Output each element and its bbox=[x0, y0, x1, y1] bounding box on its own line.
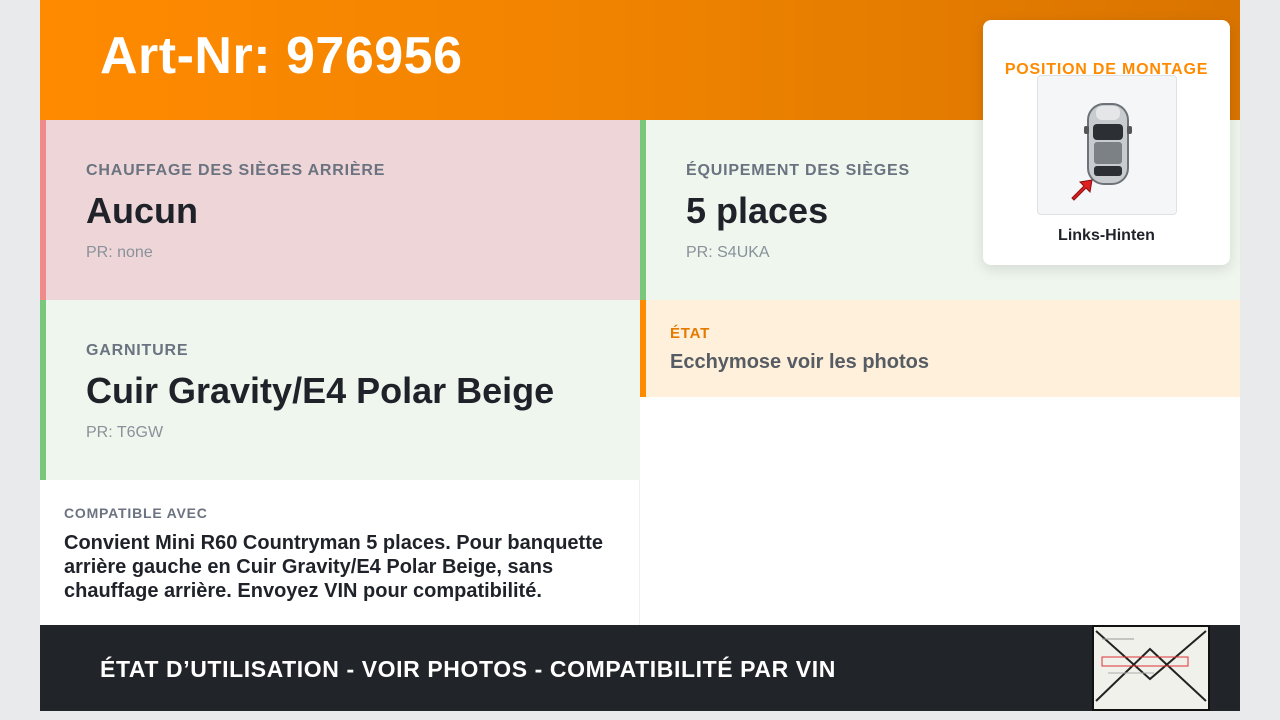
condition-value: Ecchymose voir les photos bbox=[670, 351, 929, 373]
rear-seat-heating-value: Aucun bbox=[86, 190, 198, 231]
upholstery-cell: GARNITURE Cuir Gravity/E4 Polar Beige PR… bbox=[40, 300, 640, 480]
rear-seat-heating-pr-code: PR: none bbox=[86, 244, 153, 261]
envelope-document-icon bbox=[1094, 627, 1208, 709]
footer-text: ÉTAT D’UTILISATION - VOIR PHOTOS - COMPA… bbox=[100, 656, 836, 682]
upholstery-label: GARNITURE bbox=[86, 342, 189, 359]
car-top-view-icon bbox=[1037, 75, 1177, 215]
rear-seat-heating-cell: CHAUFFAGE DES SIÈGES ARRIÈRE Aucun PR: n… bbox=[40, 120, 640, 300]
compatibility-cell: COMPATIBLE AVEC Convient Mini R60 Countr… bbox=[40, 480, 640, 625]
condition-cell: ÉTAT Ecchymose voir les photos bbox=[640, 300, 1240, 397]
condition-label: ÉTAT bbox=[670, 325, 711, 342]
compatibility-label: COMPATIBLE AVEC bbox=[64, 505, 208, 521]
rear-seat-heating-label: CHAUFFAGE DES SIÈGES ARRIÈRE bbox=[86, 162, 386, 179]
footer-bar: ÉTAT D’UTILISATION - VOIR PHOTOS - COMPA… bbox=[40, 625, 1240, 711]
mounting-position-caption: Links-Hinten bbox=[1058, 227, 1155, 244]
compatibility-text: Convient Mini R60 Countryman 5 places. P… bbox=[64, 532, 603, 602]
document-photo-thumbnail[interactable] bbox=[1092, 625, 1210, 711]
upholstery-pr-code: PR: T6GW bbox=[86, 424, 164, 441]
mounting-position-card: POSITION DE MONTAGE Links-Hinten bbox=[983, 20, 1230, 265]
upholstery-value: Cuir Gravity/E4 Polar Beige bbox=[86, 370, 555, 411]
article-number-title: Art-Nr: 976956 bbox=[100, 27, 463, 85]
